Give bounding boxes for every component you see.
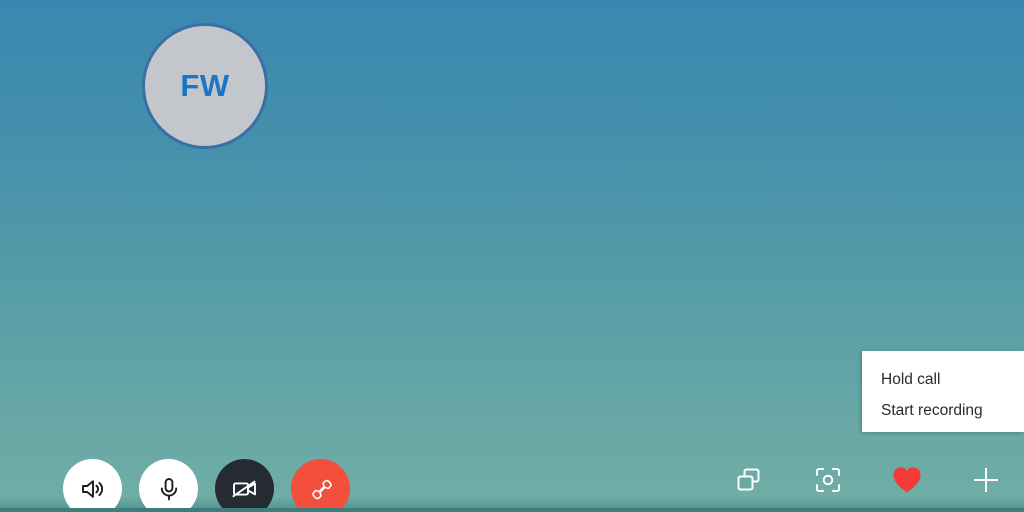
heart-icon [890,463,924,497]
camera-off-icon [230,474,260,504]
screen-share-button[interactable] [729,460,769,500]
speaker-button[interactable] [63,459,122,512]
call-controls-bar [63,459,350,512]
snapshot-icon [812,464,844,496]
end-call-button[interactable] [291,459,350,512]
microphone-icon [155,475,183,503]
end-call-icon [306,474,336,504]
snapshot-button[interactable] [808,460,848,500]
participant-avatar[interactable]: FW [142,23,268,149]
screen-share-icon [733,464,765,496]
camera-off-button[interactable] [215,459,274,512]
microphone-button[interactable] [139,459,198,512]
plus-icon [969,463,1003,497]
call-actions-bar [729,460,1006,500]
video-call-screen: FW Hold call Start recording [0,0,1024,512]
bottom-edge-strip [0,508,1024,512]
menu-item-hold-call[interactable]: Hold call [881,364,1024,395]
menu-item-start-recording[interactable]: Start recording [881,395,1024,426]
call-options-menu[interactable]: Hold call Start recording [862,351,1024,432]
avatar-initials: FW [180,68,230,103]
reaction-heart-button[interactable] [887,460,927,500]
add-people-button[interactable] [966,460,1006,500]
speaker-icon [79,475,107,503]
